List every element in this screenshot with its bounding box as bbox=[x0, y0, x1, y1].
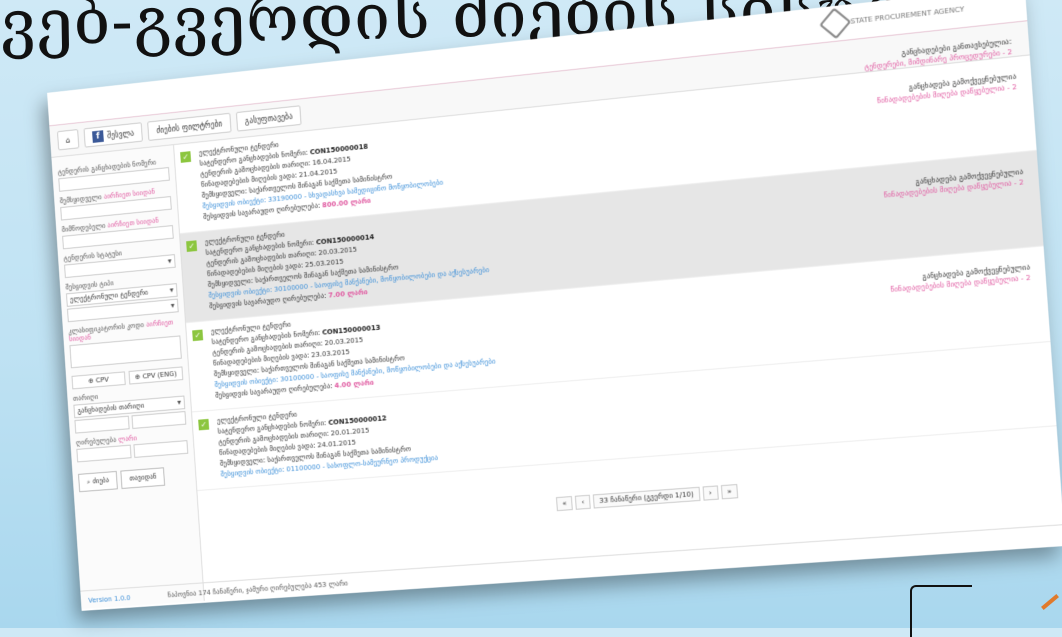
agency-logo-icon bbox=[819, 8, 851, 40]
date-to-input[interactable] bbox=[131, 411, 186, 429]
results-summary: ნაპოვნია 174 ჩანაწერი, ჯამური ღირებულება… bbox=[167, 580, 348, 600]
date-from-input[interactable] bbox=[74, 416, 129, 434]
prev-page-button[interactable]: ‹ bbox=[575, 495, 591, 510]
tender-icon: ✓ bbox=[192, 330, 203, 342]
page-info: 33 ჩანაწერი (გვერდი 1/10) bbox=[593, 487, 700, 509]
value-from-input[interactable] bbox=[76, 445, 131, 463]
facebook-icon: f bbox=[92, 130, 104, 143]
home-button[interactable]: ⌂ bbox=[57, 129, 79, 150]
first-page-button[interactable]: « bbox=[556, 496, 573, 511]
results-list: ✓ ელექტრონული ტენდერი სატენდერო განცხადე… bbox=[174, 55, 1062, 600]
cpv-buttons: ⊕ CPV ⊕ CPV (ENG) bbox=[71, 366, 183, 389]
tender-icon: ✓ bbox=[198, 419, 209, 431]
pagination: « ‹ 33 ჩანაწერი (გვერდი 1/10) › » bbox=[556, 484, 738, 511]
value-to-input[interactable] bbox=[133, 440, 188, 458]
home-icon: ⌂ bbox=[66, 135, 71, 144]
record-value-amount: 7.00 ლარი bbox=[328, 288, 368, 299]
version-link[interactable]: Version 1.0.0 bbox=[88, 594, 131, 605]
cpv-eng-button[interactable]: ⊕ CPV (ENG) bbox=[129, 366, 184, 384]
slide-decoration bbox=[910, 585, 972, 637]
tender-icon: ✓ bbox=[180, 151, 191, 163]
pencil-icon bbox=[1041, 594, 1059, 610]
cpv-button[interactable]: ⊕ CPV bbox=[71, 371, 125, 389]
tender-icon: ✓ bbox=[186, 240, 197, 252]
value-hint: ლარი bbox=[118, 434, 137, 443]
record-value-amount: 4.00 ლარი bbox=[334, 379, 374, 390]
reset-toolbar-button[interactable]: გასუფთავება bbox=[236, 105, 302, 131]
next-page-button[interactable]: › bbox=[702, 485, 718, 500]
search-actions: ⌕ ძიება თავიდან bbox=[78, 465, 190, 492]
agency-name: STATE PROCUREMENT AGENCY bbox=[850, 5, 964, 26]
facebook-button[interactable]: f შესვლა bbox=[84, 122, 143, 147]
reset-button[interactable]: თავიდან bbox=[120, 467, 165, 489]
facebook-label: შესვლა bbox=[107, 128, 134, 140]
filters-button[interactable]: ძიების ფილტრები bbox=[147, 113, 231, 141]
classifier-label-text: კლასიფიკატორის კოდი bbox=[68, 321, 144, 335]
last-page-button[interactable]: » bbox=[721, 484, 739, 499]
app-screenshot: STATE PROCUREMENT AGENCY განცხადებები გა… bbox=[47, 0, 1062, 611]
search-button[interactable]: ⌕ ძიება bbox=[78, 471, 118, 492]
